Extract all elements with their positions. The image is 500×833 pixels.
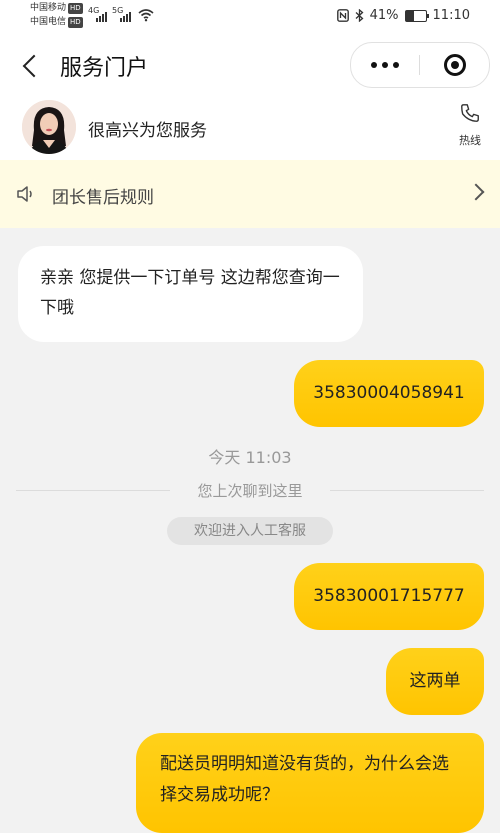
carrier-1-label: 中国移动 (30, 3, 67, 13)
battery-level-fill (405, 10, 414, 21)
signal-icon (120, 12, 131, 22)
signal-icon (96, 12, 107, 22)
close-mini-program-button[interactable] (420, 43, 489, 87)
battery-icon (404, 9, 429, 22)
user-message: 配送员明明知道没有货的，为什么会选择交易成功呢？ (136, 733, 484, 833)
system-message: 欢迎进入人工客服 (167, 517, 333, 545)
mini-program-capsule (350, 42, 490, 88)
carrier-2: 中国电信 HD (30, 17, 83, 28)
user-message: 这两单 (386, 648, 484, 715)
dot-icon (393, 62, 399, 68)
agent-greeting: 很高兴为您服务 (88, 121, 207, 141)
status-right: 41% 11:10 (336, 8, 470, 23)
hotline-label: 热线 (459, 134, 481, 147)
target-icon (443, 54, 466, 76)
hd-badge: HD (68, 17, 83, 28)
phone-icon (461, 104, 479, 122)
more-options-button[interactable] (351, 43, 419, 87)
back-arrow-icon[interactable] (20, 50, 44, 80)
battery-percent: 41% (369, 8, 399, 23)
chat-timestamp: 今天 11:03 (208, 448, 292, 467)
agent-message: 亲亲 您提供一下订单号 这边帮您查询一下哦 (18, 246, 363, 342)
hd-badge: HD (68, 3, 83, 14)
history-divider: 您上次聊到这里 (0, 480, 500, 500)
nfc-icon (336, 9, 349, 22)
user-message: 35830004058941 (294, 360, 484, 427)
dot-icon (382, 62, 388, 68)
carrier-1: 中国移动 HD (30, 3, 83, 14)
wifi-icon (138, 9, 154, 22)
avatar (22, 100, 76, 154)
notice-text: 团长售后规则 (52, 188, 154, 208)
history-divider-label: 您上次聊到这里 (197, 482, 303, 500)
chevron-right-icon (467, 183, 485, 201)
bluetooth-icon (355, 9, 364, 22)
after-sales-rules-notice[interactable]: 团长售后规则 (0, 160, 500, 228)
speaker-icon (17, 186, 32, 202)
navigation-bar: 服务门户 (0, 32, 500, 98)
dot-icon (371, 62, 377, 68)
page-title: 服务门户 (60, 56, 149, 81)
agent-header: 很高兴为您服务 热线 (0, 98, 500, 160)
status-time: 11:10 (432, 8, 470, 23)
hotline-button[interactable]: 热线 (452, 102, 488, 154)
status-bar: 中国移动 HD 中国电信 HD 4G 5G 41% 11:10 (0, 0, 500, 32)
user-message: 35830001715777 (294, 563, 484, 630)
carrier-2-label: 中国电信 (30, 17, 67, 27)
